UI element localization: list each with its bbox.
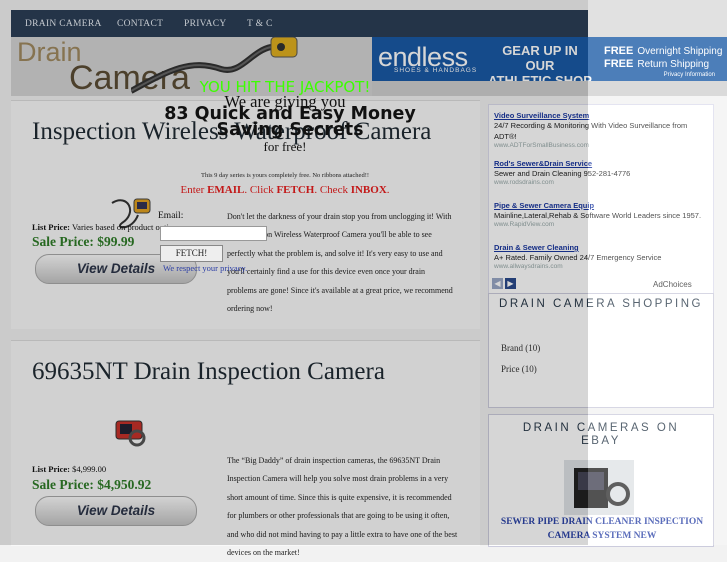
popup-free-text: for free! bbox=[263, 139, 307, 154]
fetch-button[interactable]: FETCH! bbox=[160, 245, 223, 262]
popup-instructions: Enter EMAIL. Click FETCH. Check INBOX. bbox=[180, 184, 390, 196]
privacy-note[interactable]: We respect your privacy. bbox=[163, 263, 247, 273]
popup-series-text: This 9 day series is yours completely fr… bbox=[200, 172, 370, 179]
popup-secret-headline: 83 Quick and Easy Money Saving Secrets bbox=[164, 104, 416, 140]
email-label: Email: bbox=[158, 211, 184, 221]
overlay-right-shade bbox=[588, 0, 727, 545]
email-field[interactable] bbox=[160, 226, 267, 241]
